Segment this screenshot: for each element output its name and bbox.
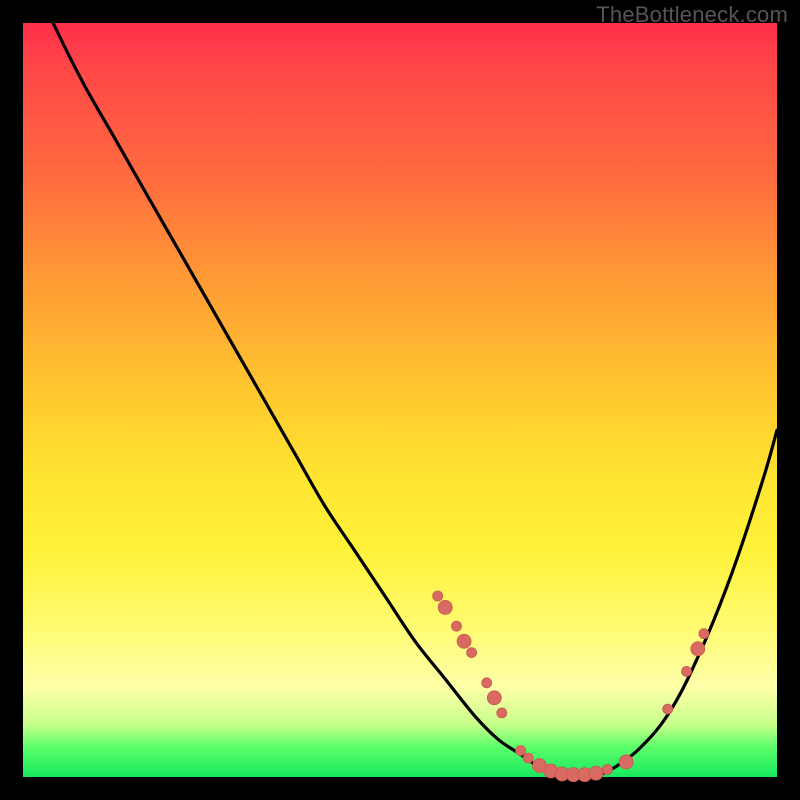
data-marker xyxy=(433,591,443,601)
watermark-text: TheBottleneck.com xyxy=(596,2,788,28)
data-marker xyxy=(589,766,603,780)
bottleneck-curve xyxy=(23,0,777,778)
curve-markers xyxy=(433,591,709,782)
chart-svg xyxy=(23,23,777,777)
data-marker xyxy=(619,755,633,769)
data-marker xyxy=(467,648,477,658)
data-marker xyxy=(602,765,612,775)
data-marker xyxy=(663,704,673,714)
data-marker xyxy=(516,746,526,756)
data-marker xyxy=(691,642,705,656)
data-marker xyxy=(699,629,709,639)
data-marker xyxy=(438,600,452,614)
data-marker xyxy=(487,691,501,705)
data-marker xyxy=(682,666,692,676)
data-marker xyxy=(482,678,492,688)
data-marker xyxy=(457,634,471,648)
data-marker xyxy=(497,708,507,718)
plot-area xyxy=(23,23,777,777)
chart-frame: TheBottleneck.com xyxy=(0,0,800,800)
data-marker xyxy=(523,753,533,763)
data-marker xyxy=(452,621,462,631)
